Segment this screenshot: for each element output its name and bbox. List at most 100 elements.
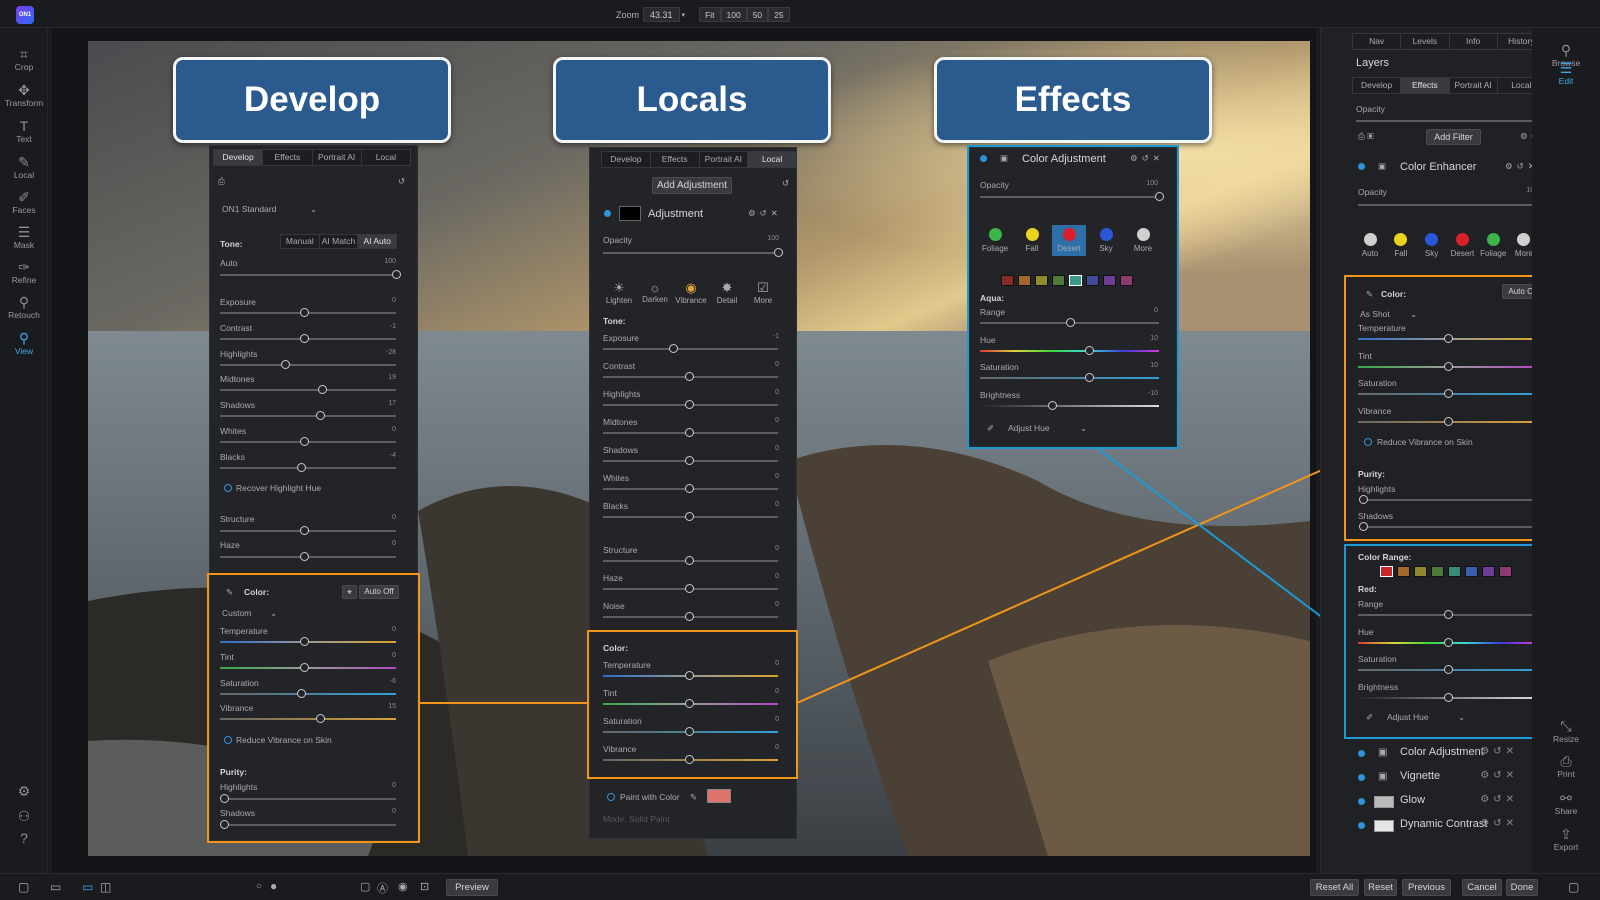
color-swatch[interactable] [1103, 275, 1116, 286]
tab-info[interactable]: Info [1450, 34, 1498, 49]
reset-icon[interactable]: ↺ [398, 176, 405, 187]
chevron-down-icon[interactable]: ⌄ [270, 608, 277, 619]
layer-visibility-dot[interactable] [1358, 750, 1365, 757]
tab-develop[interactable]: Develop [214, 150, 264, 165]
slider-knob[interactable] [684, 584, 694, 593]
previous-button[interactable]: Previous [1402, 879, 1451, 896]
wb-select[interactable]: As Shot [1360, 309, 1390, 319]
slider-knob[interactable] [281, 359, 291, 369]
reset-button[interactable]: Reset [1364, 879, 1397, 896]
tool-text[interactable]: T Text [0, 118, 48, 144]
layer-visibility-dot[interactable] [1358, 822, 1365, 829]
adjust-slider[interactable] [220, 385, 396, 395]
purity-shadows-slider[interactable] [1359, 522, 1539, 531]
slider-knob[interactable] [684, 428, 694, 437]
adjust-slider[interactable] [603, 456, 778, 465]
layer-actions-icons[interactable]: ⚙↺✕ [1480, 746, 1518, 757]
reduce-vibrance-checkbox[interactable] [1364, 438, 1372, 446]
layer-actions-icons[interactable]: ⚙↺✕ [748, 208, 782, 219]
slider-knob[interactable] [684, 400, 694, 409]
color-swatch[interactable] [1499, 566, 1512, 577]
adjust-slider[interactable] [603, 556, 778, 565]
tool-retouch[interactable]: ⚲ Retouch [0, 294, 48, 320]
adjust-slider[interactable] [220, 308, 396, 317]
tool-help[interactable]: ? [0, 830, 48, 846]
slider-knob[interactable] [1443, 389, 1453, 398]
adjust-slider[interactable] [603, 372, 778, 381]
cancel-button[interactable]: Cancel [1462, 879, 1502, 896]
slider-knob[interactable] [1443, 610, 1453, 619]
zoom-25-button[interactable]: 25 [768, 7, 790, 22]
reduce-vibrance-checkbox[interactable] [224, 736, 232, 744]
color-swatch[interactable] [1482, 566, 1495, 577]
color-swatch[interactable] [1052, 275, 1065, 286]
layer-actions-icons[interactable]: ⚙↺✕ [1480, 818, 1518, 829]
slider-knob[interactable] [1443, 637, 1453, 647]
tab-local[interactable]: Local [748, 152, 796, 167]
effects-preset-desert[interactable]: Desert [1052, 225, 1086, 256]
color-swatch[interactable] [1018, 275, 1031, 286]
tab-effects[interactable]: Effects [1401, 78, 1450, 93]
slider-knob[interactable] [1085, 345, 1095, 355]
camera-icon[interactable]: ⎙ ▣ [1358, 131, 1374, 142]
preset-vibrance[interactable]: ◉ Vibrance [674, 280, 708, 305]
tool-extra-1[interactable]: ⚙ [0, 783, 48, 799]
adjust-slider[interactable] [220, 662, 396, 672]
module-resize[interactable]: ⤡ Resize [1542, 718, 1590, 744]
adjust-slider[interactable] [1358, 637, 1537, 647]
slider-knob[interactable] [684, 556, 694, 565]
adjust-slider[interactable] [220, 437, 396, 446]
slider-knob[interactable] [684, 512, 694, 521]
tab-effects[interactable]: Effects [263, 150, 313, 165]
slider-knob[interactable] [1443, 334, 1453, 343]
enhancer-preset-auto[interactable]: Auto [1355, 233, 1385, 258]
chevron-down-icon[interactable]: ⌄ [1080, 423, 1087, 434]
chevron-down-icon[interactable]: ⌄ [310, 204, 317, 215]
single-view-icon[interactable]: ▭ [82, 880, 93, 894]
color-swatch[interactable] [1465, 566, 1478, 577]
adjust-slider[interactable] [980, 373, 1159, 382]
tab-manual[interactable]: Manual [281, 235, 320, 248]
slider-knob[interactable] [1359, 495, 1368, 504]
adjust-slider[interactable] [1358, 361, 1537, 371]
zoom-input[interactable]: 43.31 [643, 7, 680, 22]
color-swatch[interactable] [1397, 566, 1410, 577]
layer-visibility-dot[interactable] [1358, 163, 1365, 170]
effects-preset-more[interactable]: More [1126, 225, 1160, 256]
adjust-slider[interactable] [603, 400, 778, 409]
layer-opacity-slider[interactable] [1356, 116, 1545, 125]
preset-detail[interactable]: ✸ Detail [710, 280, 744, 305]
tool-faces[interactable]: ✐ Faces [0, 189, 48, 215]
purity-highlights-slider[interactable] [1359, 495, 1539, 504]
purity-shadows-slider[interactable] [220, 820, 396, 829]
mask-view-icon[interactable]: ▢ [360, 880, 370, 893]
auto-slider[interactable] [220, 270, 401, 279]
tab-effects[interactable]: Effects [651, 152, 700, 167]
enhancer-opacity-slider[interactable] [1358, 200, 1542, 209]
slider-knob[interactable] [684, 755, 694, 764]
adjust-slider[interactable] [603, 484, 778, 493]
color-swatch[interactable] [1414, 566, 1427, 577]
adjust-slider[interactable] [1358, 610, 1537, 619]
tab-ai-match[interactable]: AI Match [320, 235, 359, 248]
slider-knob[interactable] [1047, 400, 1057, 410]
adjust-slider[interactable] [980, 345, 1159, 355]
adjust-slider[interactable] [1358, 389, 1537, 398]
adjust-slider[interactable] [1358, 665, 1537, 674]
paint-with-color-checkbox[interactable] [607, 793, 615, 801]
slider-knob[interactable] [684, 372, 694, 381]
right-adjust-hue-select[interactable]: Adjust Hue [1387, 712, 1429, 722]
slider-knob[interactable] [1065, 318, 1075, 327]
preset-lighten[interactable]: ☀ Lighten [602, 280, 636, 305]
module-edit[interactable]: ☰ Edit [1542, 60, 1590, 86]
slider-knob[interactable] [296, 688, 306, 698]
layer-actions-icons[interactable]: ⚙↺✕ [1480, 770, 1518, 781]
adjust-slider[interactable] [1358, 692, 1537, 702]
slider-knob[interactable] [684, 612, 694, 621]
develop-wb-select[interactable]: Custom [222, 608, 251, 618]
add-filter-button[interactable]: Add Filter [1426, 129, 1481, 145]
adjust-slider[interactable] [220, 462, 396, 472]
enhancer-preset-desert[interactable]: Desert [1447, 233, 1477, 258]
color-swatch[interactable] [1086, 275, 1099, 286]
layer-visibility-dot[interactable] [980, 155, 987, 162]
